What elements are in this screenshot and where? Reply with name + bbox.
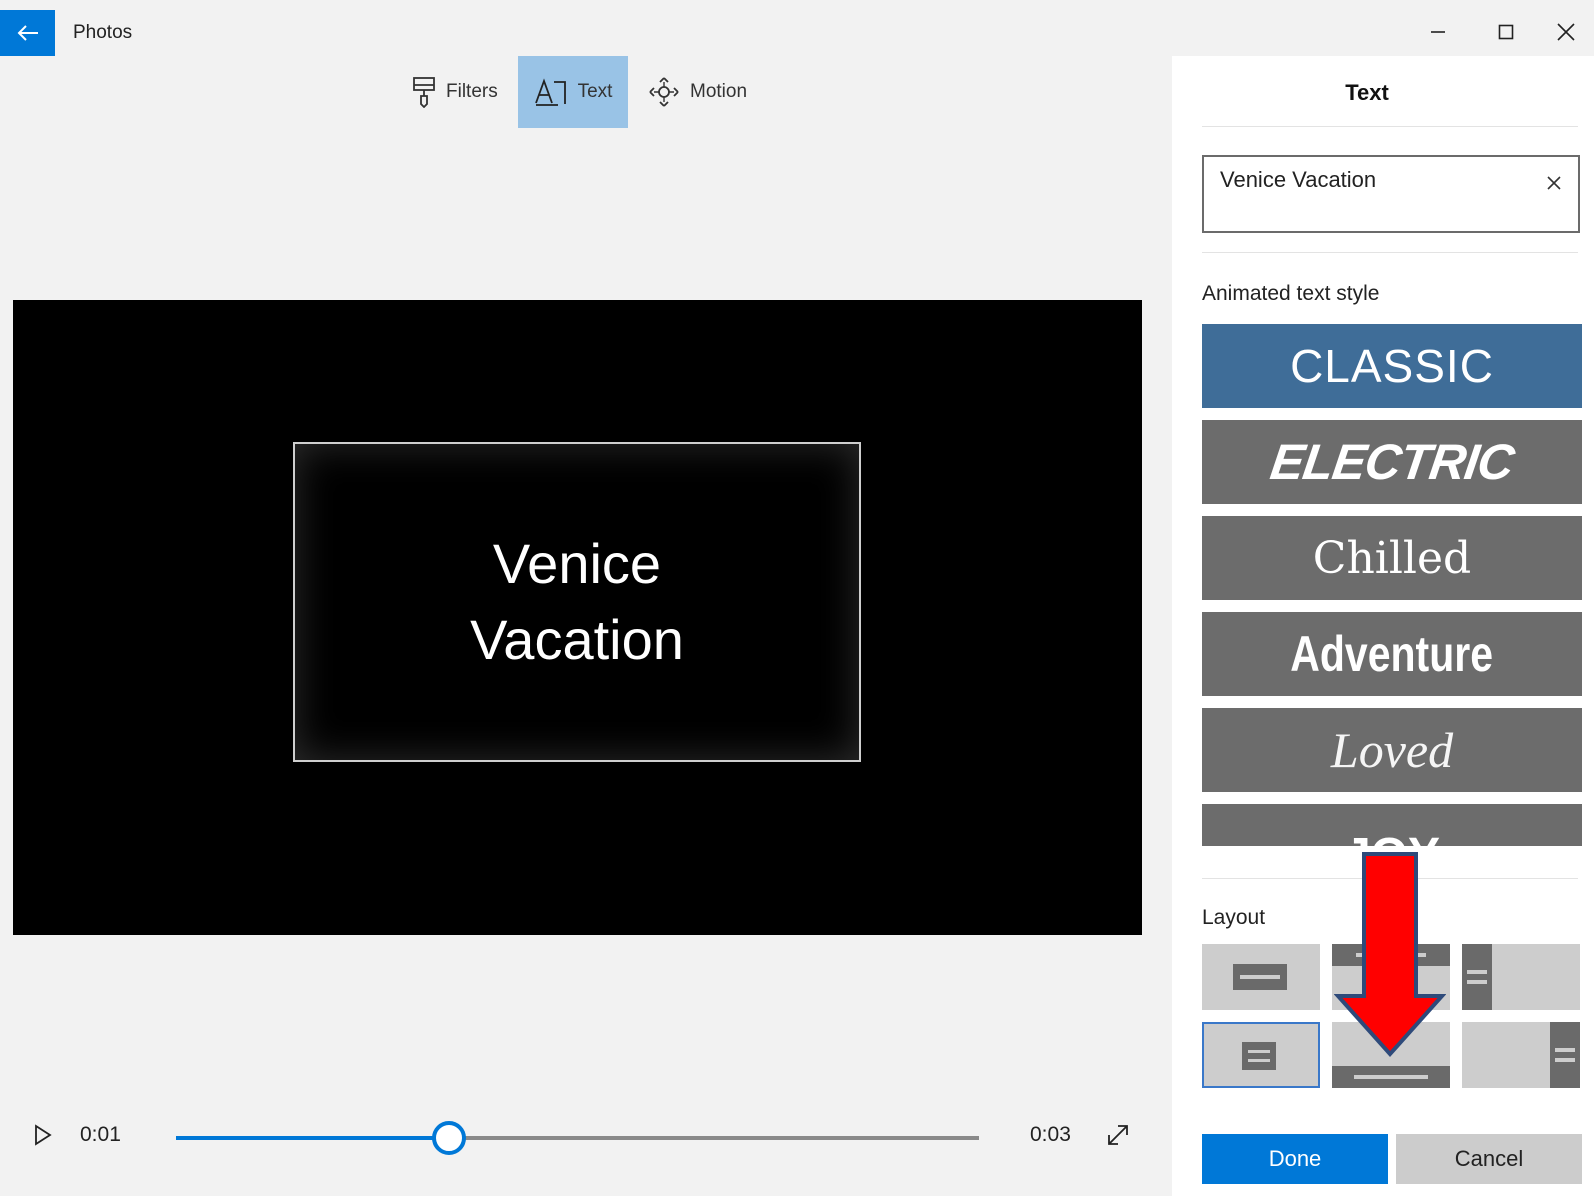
annotation-arrow-icon (1334, 852, 1446, 1057)
paint-brush-icon (413, 77, 435, 108)
back-button[interactable] (0, 10, 55, 56)
clear-text-button[interactable] (1542, 171, 1566, 195)
maximize-button[interactable] (1476, 12, 1536, 52)
style-label: CLASSIC (1290, 340, 1494, 392)
style-label: Chilled (1312, 532, 1472, 584)
layout-glyph-line (1248, 1059, 1270, 1062)
style-label: Adventure (1290, 626, 1494, 682)
close-icon (1557, 23, 1575, 41)
title-text-input[interactable] (1220, 167, 1520, 193)
text-input-box[interactable] (1202, 155, 1580, 233)
seek-track[interactable] (176, 1121, 979, 1155)
text-icon (534, 78, 566, 106)
style-adventure[interactable]: Adventure (1202, 612, 1582, 696)
layout-glyph-line (1248, 1050, 1270, 1053)
divider (1202, 126, 1578, 127)
filters-button[interactable]: Filters (398, 56, 512, 128)
seek-thumb[interactable] (432, 1121, 467, 1155)
layout-glyph (1462, 944, 1492, 1010)
layout-glyph (1242, 1042, 1276, 1070)
panel-title: Text (1345, 80, 1389, 105)
seek-progress (176, 1136, 450, 1140)
close-button[interactable] (1544, 12, 1588, 52)
layout-glyph-line (1240, 975, 1280, 979)
title-card-frame[interactable]: Venice Vacation (293, 442, 861, 762)
layout-center[interactable] (1202, 1022, 1320, 1088)
style-classic[interactable]: CLASSIC (1202, 324, 1582, 408)
title-bar: Photos (0, 0, 1594, 56)
done-button[interactable]: Done (1202, 1134, 1388, 1184)
motion-button[interactable]: Motion (634, 56, 761, 128)
layout-glyph-line (1467, 980, 1487, 984)
current-time: 0:01 (80, 1123, 121, 1146)
expand-icon (1108, 1125, 1128, 1145)
maximize-icon (1498, 24, 1514, 40)
layout-glyph-line (1555, 1058, 1575, 1062)
play-icon (35, 1124, 52, 1146)
motion-label: Motion (690, 81, 748, 102)
filters-label: Filters (446, 81, 498, 102)
editor-area: Filters Text Motion Venice Vacation 0:01… (0, 56, 1172, 1196)
layout-glyph-line (1555, 1048, 1575, 1052)
style-label: JOY (1344, 810, 1440, 847)
text-button[interactable]: Text (518, 56, 628, 128)
style-label: ELECTRIC (1267, 434, 1517, 490)
minimize-icon (1431, 31, 1445, 33)
layout-center-wide[interactable] (1202, 944, 1320, 1010)
cancel-button[interactable]: Cancel (1396, 1134, 1582, 1184)
style-joy[interactable]: JOY (1202, 804, 1582, 846)
motion-icon (649, 77, 679, 107)
clear-icon (1547, 176, 1561, 190)
style-electric[interactable]: ELECTRIC (1202, 420, 1582, 504)
style-chilled[interactable]: Chilled (1202, 516, 1582, 600)
divider (1202, 252, 1578, 253)
text-label: Text (577, 81, 613, 102)
style-label: Loved (1330, 722, 1454, 778)
play-button[interactable] (30, 1120, 56, 1150)
title-card-text: Venice Vacation (470, 532, 684, 671)
layout-glyph (1550, 1022, 1580, 1088)
layout-left[interactable] (1462, 944, 1580, 1010)
expand-button[interactable] (1104, 1119, 1132, 1151)
minimize-button[interactable] (1408, 12, 1468, 52)
layout-right[interactable] (1462, 1022, 1580, 1088)
layout-glyph-line (1354, 1075, 1428, 1079)
style-loved[interactable]: Loved (1202, 708, 1582, 792)
back-arrow-icon (17, 25, 38, 41)
end-time: 0:03 (1030, 1123, 1071, 1146)
layout-label: Layout (1202, 906, 1266, 929)
video-preview: Venice Vacation (13, 300, 1142, 935)
layout-glyph-line (1467, 970, 1487, 974)
app-title: Photos (73, 22, 133, 43)
styles-label: Animated text style (1202, 282, 1380, 305)
text-style-list: CLASSIC ELECTRIC Chilled Adventure Loved… (1202, 324, 1582, 846)
playback-bar: 0:01 0:03 (0, 1106, 1172, 1166)
